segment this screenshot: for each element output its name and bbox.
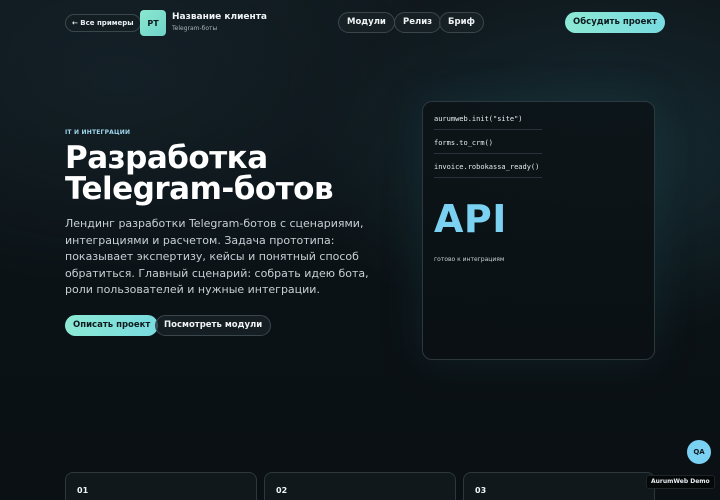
client-name: Название клиента (172, 12, 267, 22)
client-subtitle: Telegram-боты (172, 25, 218, 32)
module-card: 03 (463, 472, 655, 500)
qa-button[interactable]: QA (687, 440, 711, 464)
hero-eyebrow: IT И ИНТЕГРАЦИИ (65, 129, 131, 136)
hero-description: Лендинг разработки Telegram-ботов с сцен… (65, 217, 369, 296)
discuss-project-button[interactable]: Обсудить проект (565, 12, 666, 33)
api-caption: готово к интеграциям (434, 256, 505, 263)
view-modules-button[interactable]: Посмотреть модули (155, 315, 272, 336)
code-line: forms.to_crm() (434, 139, 542, 154)
nav-modules[interactable]: Модули (338, 12, 395, 33)
client-logo: PT (140, 10, 166, 36)
demo-badge: AurumWeb Demo (646, 475, 715, 489)
api-highlight: API (434, 197, 507, 241)
back-to-examples-button[interactable]: ← Все примеры (65, 14, 141, 32)
module-card: 02 (264, 472, 456, 500)
code-panel: aurumweb.init("site") forms.to_crm() inv… (422, 101, 655, 360)
card-number: 02 (276, 486, 288, 495)
card-number: 01 (77, 486, 89, 495)
code-line: aurumweb.init("site") (434, 115, 542, 130)
code-line: invoice.robokassa_ready() (434, 163, 542, 178)
page-title: Разработка Telegram-ботов (65, 140, 334, 207)
describe-project-button[interactable]: Описать проект (65, 315, 159, 336)
module-card: 01 (65, 472, 257, 500)
nav-release[interactable]: Релиз (394, 12, 442, 33)
card-number: 03 (475, 486, 487, 495)
nav-brief[interactable]: Бриф (439, 12, 484, 33)
